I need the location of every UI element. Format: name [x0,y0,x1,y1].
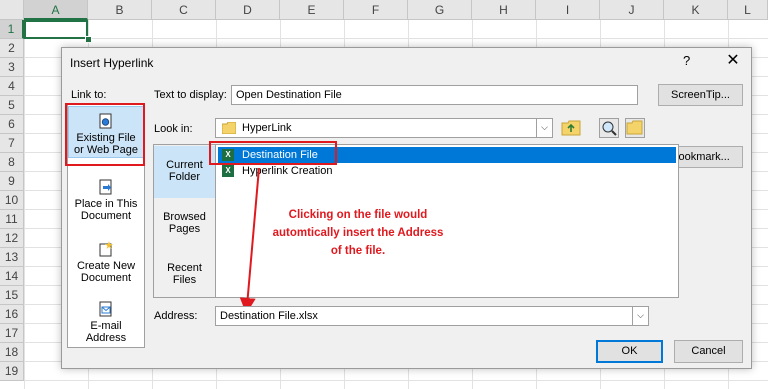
row-header[interactable]: 6 [0,115,24,134]
column-header[interactable]: I [536,0,600,20]
select-all-corner[interactable] [0,0,24,20]
address-input[interactable]: Destination File.xlsx ⌵ [215,306,649,326]
row-header[interactable]: 18 [0,343,24,362]
row-header[interactable]: 2 [0,39,24,58]
column-header[interactable]: D [216,0,280,20]
row-header[interactable]: 8 [0,153,24,172]
column-header[interactable]: C [152,0,216,20]
column-header[interactable]: J [600,0,664,20]
column-header[interactable]: H [472,0,536,20]
address-value: Destination File.xlsx [220,310,318,322]
column-header[interactable]: B [88,0,152,20]
row-header[interactable]: 3 [0,58,24,77]
chevron-down-icon[interactable]: ⌵ [632,307,648,325]
row-header[interactable]: 14 [0,267,24,286]
row-header[interactable]: 10 [0,191,24,210]
column-header[interactable]: G [408,0,472,20]
fill-handle[interactable] [85,36,92,43]
active-cell-a1[interactable] [24,20,88,39]
row-header[interactable]: 13 [0,248,24,267]
row-header[interactable]: 17 [0,324,24,343]
row-header[interactable]: 12 [0,229,24,248]
address-label: Address: [154,310,198,322]
row-header[interactable]: 4 [0,77,24,96]
row-header[interactable]: 1 [0,20,24,39]
row-header[interactable]: 7 [0,134,24,153]
column-header[interactable]: A [24,0,88,20]
column-header[interactable]: K [664,0,728,20]
column-header[interactable]: E [280,0,344,20]
row-header[interactable]: 11 [0,210,24,229]
insert-hyperlink-dialog: Insert Hyperlink ? ✕ Link to: Text to di… [61,47,752,369]
column-header[interactable]: F [344,0,408,20]
column-header[interactable]: L [728,0,768,20]
cancel-button[interactable]: Cancel [674,340,743,363]
row-header[interactable]: 9 [0,172,24,191]
row-header[interactable]: 16 [0,305,24,324]
ok-button[interactable]: OK [596,340,663,363]
row-header[interactable]: 19 [0,362,24,381]
row-header[interactable]: 15 [0,286,24,305]
row-header[interactable]: 5 [0,96,24,115]
